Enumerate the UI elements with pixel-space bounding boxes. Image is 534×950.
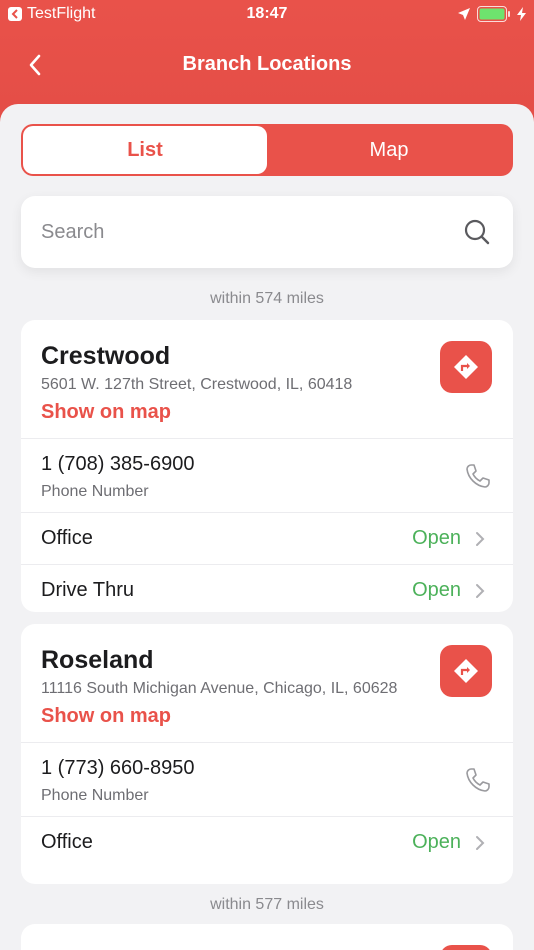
hours-label: Office: [41, 527, 93, 549]
view-switcher: List Map: [21, 124, 513, 176]
directions-button[interactable]: [440, 341, 492, 393]
search-input[interactable]: [41, 214, 441, 250]
tab-list[interactable]: List: [23, 126, 267, 174]
hours-row-office[interactable]: Office Open: [21, 512, 513, 564]
branch-name: Roseland: [41, 646, 154, 674]
location-arrow-icon: [458, 8, 470, 20]
status-indicators: [457, 6, 526, 22]
phone-number-label: Phone Number: [41, 483, 149, 500]
search-bar: [21, 196, 513, 268]
tab-map[interactable]: Map: [267, 126, 511, 174]
phone-number: 1 (708) 385-6900: [41, 453, 195, 475]
battery-icon: [477, 6, 511, 22]
branch-header: Crestwood 5601 W. 127th Street, Crestwoo…: [21, 320, 513, 438]
hours-label: Office: [41, 831, 93, 853]
charging-bolt-icon: [517, 7, 526, 21]
open-status: Open: [412, 831, 461, 853]
open-status: Open: [412, 579, 461, 601]
chevron-right-icon: [476, 532, 485, 546]
branch-card: Crestwood 5601 W. 127th Street, Crestwoo…: [21, 320, 513, 612]
show-on-map-link[interactable]: Show on map: [41, 705, 493, 728]
chevron-right-icon: [476, 836, 485, 850]
branch-name: Crestwood: [41, 342, 171, 370]
hours-row-drive-thru[interactable]: Drive Thru Open: [21, 564, 513, 612]
search-icon[interactable]: [463, 218, 491, 246]
directions-button[interactable]: [440, 945, 492, 950]
directions-button[interactable]: [440, 645, 492, 697]
show-on-map-link[interactable]: Show on map: [41, 401, 493, 424]
phone-icon[interactable]: [465, 767, 491, 793]
page-title: Branch Locations: [182, 53, 352, 75]
phone-icon[interactable]: [465, 463, 491, 489]
phone-row[interactable]: 1 (708) 385-6900 Phone Number: [21, 438, 513, 512]
status-time: 18:47: [246, 5, 288, 22]
distance-label: within 574 miles: [210, 290, 324, 307]
branch-header: Roseland 11116 South Michigan Avenue, Ch…: [21, 624, 513, 742]
distance-label: within 577 miles: [210, 896, 324, 913]
phone-number-label: Phone Number: [41, 787, 149, 804]
hours-row-office[interactable]: Office Open: [21, 816, 513, 868]
hours-label: Drive Thru: [41, 579, 134, 601]
phone-number: 1 (773) 660-8950: [41, 757, 195, 779]
branch-card: Roseland 11116 South Michigan Avenue, Ch…: [21, 624, 513, 884]
chevron-right-icon: [476, 584, 485, 598]
branch-address: 5601 W. 127th Street, Crestwood, IL, 604…: [41, 376, 353, 393]
directions-icon: [454, 659, 478, 683]
phone-row[interactable]: 1 (773) 660-8950 Phone Number: [21, 742, 513, 816]
status-bar: TestFlight 18:47: [0, 0, 534, 28]
directions-icon: [454, 355, 478, 379]
nav-bar: Branch Locations: [0, 40, 534, 90]
branch-card-partial[interactable]: [21, 924, 513, 950]
branch-address: 11116 South Michigan Avenue, Chicago, IL…: [41, 680, 398, 697]
open-status: Open: [412, 527, 461, 549]
